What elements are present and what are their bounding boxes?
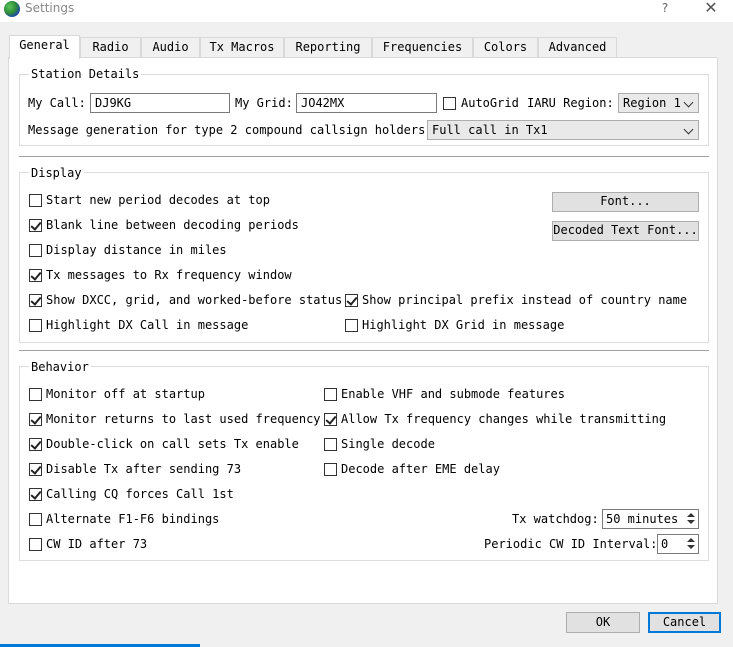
station-details-title: Station Details (29, 67, 142, 81)
behavior-label-3: Disable Tx after sending 73 (46, 462, 242, 476)
behavior-checkbox-2[interactable] (29, 438, 42, 451)
app-globe-icon (4, 1, 20, 17)
behavior-title: Behavior (29, 360, 91, 374)
display-checkbox-3[interactable] (29, 269, 42, 282)
behavior-label-7: Enable VHF and submode features (341, 387, 565, 401)
tx-watchdog-value: 50 minutes (606, 512, 679, 526)
behavior-checkbox-1[interactable] (29, 413, 42, 426)
tx-watchdog-spinbox[interactable]: 50 minutes (602, 509, 699, 529)
decoded-text-font-button[interactable]: Decoded Text Font... (552, 221, 699, 241)
tab-frequencies[interactable]: Frequencies (372, 37, 473, 58)
behavior-label-1: Monitor returns to last used frequency (46, 412, 321, 426)
display-checkbox-7[interactable] (345, 319, 358, 332)
behavior-label-9: Single decode (341, 437, 435, 451)
display-label-4: Show DXCC, grid, and worked-before statu… (46, 293, 343, 307)
behavior-label-8: Allow Tx frequency changes while transmi… (341, 412, 667, 426)
display-label-6: Highlight DX Call in message (46, 318, 249, 332)
my-grid-label: My Grid: (235, 96, 293, 110)
iaru-region-label: IARU Region: (527, 96, 614, 110)
behavior-label-10: Decode after EME delay (341, 462, 500, 476)
close-icon[interactable]: ✕ (702, 0, 720, 18)
behavior-label-6: CW ID after 73 (46, 537, 148, 551)
behavior-checkbox-10[interactable] (324, 463, 337, 476)
title-bar: Settings ? ✕ (0, 0, 733, 22)
display-checkbox-0[interactable] (29, 194, 42, 207)
display-label-2: Display distance in miles (46, 243, 227, 257)
iaru-region-select[interactable]: Region 1 (618, 93, 699, 113)
help-button[interactable]: ? (657, 0, 673, 18)
behavior-checkbox-3[interactable] (29, 463, 42, 476)
tx-watchdog-label: Tx watchdog: (512, 512, 599, 526)
behavior-checkbox-8[interactable] (324, 413, 337, 426)
display-label-5: Show principal prefix instead of country… (362, 293, 688, 307)
display-label-1: Blank line between decoding periods (46, 218, 299, 232)
behavior-label-0: Monitor off at startup (46, 387, 205, 401)
msg-gen-value: Full call in Tx1 (432, 123, 548, 137)
behavior-label-2: Double-click on call sets Tx enable (46, 437, 299, 451)
display-label-7: Highlight DX Grid in message (362, 318, 565, 332)
my-call-input[interactable]: DJ9KG (90, 93, 230, 113)
tab-general[interactable]: General (9, 35, 80, 59)
behavior-checkbox-5[interactable] (29, 513, 42, 526)
my-grid-input[interactable]: JO42MX (296, 93, 437, 113)
display-label-0: Start new period decodes at top (46, 193, 270, 207)
tab-radio[interactable]: Radio (80, 37, 141, 58)
chevron-down-icon (683, 124, 694, 135)
msg-gen-label: Message generation for type 2 compound c… (28, 123, 433, 137)
behavior-checkbox-0[interactable] (29, 388, 42, 401)
display-checkbox-1[interactable] (29, 219, 42, 232)
msg-gen-select[interactable]: Full call in Tx1 (427, 120, 699, 140)
divider (19, 350, 709, 352)
display-checkbox-2[interactable] (29, 244, 42, 257)
tab-tx-macros[interactable]: Tx Macros (200, 37, 284, 58)
behavior-label-4: Calling CQ forces Call 1st (46, 487, 234, 501)
display-checkbox-4[interactable] (29, 294, 42, 307)
spin-arrows-icon[interactable] (685, 536, 697, 552)
my-call-label: My Call: (28, 96, 86, 110)
cw-id-interval-label: Periodic CW ID Interval: (484, 537, 658, 551)
display-checkbox-5[interactable] (345, 294, 358, 307)
tab-advanced[interactable]: Advanced (538, 37, 617, 58)
behavior-label-5: Alternate F1-F6 bindings (46, 512, 220, 526)
window-title: Settings (25, 1, 75, 15)
display-label-3: Tx messages to Rx frequency window (46, 268, 292, 282)
display-title: Display (29, 166, 84, 180)
cancel-button[interactable]: Cancel (648, 612, 721, 633)
behavior-checkbox-6[interactable] (29, 538, 42, 551)
behavior-checkbox-4[interactable] (29, 488, 42, 501)
font-button[interactable]: Font... (552, 192, 699, 212)
tab-audio[interactable]: Audio (141, 37, 200, 58)
autogrid-label: AutoGrid (461, 96, 519, 110)
autogrid-checkbox[interactable] (443, 97, 456, 110)
ok-button[interactable]: OK (566, 612, 640, 633)
iaru-region-value: Region 1 (623, 96, 681, 110)
chevron-down-icon (683, 97, 694, 108)
cw-id-interval-value: 0 (661, 537, 669, 551)
behavior-checkbox-9[interactable] (324, 438, 337, 451)
tab-reporting[interactable]: Reporting (284, 37, 372, 58)
spin-arrows-icon[interactable] (685, 511, 697, 527)
divider (19, 156, 709, 158)
cw-id-interval-spinbox[interactable]: 0 (657, 534, 699, 554)
tab-colors[interactable]: Colors (473, 37, 538, 58)
display-checkbox-6[interactable] (29, 319, 42, 332)
general-tab-pane: Station Details My Call: DJ9KG My Grid: … (8, 57, 718, 604)
behavior-checkbox-7[interactable] (324, 388, 337, 401)
